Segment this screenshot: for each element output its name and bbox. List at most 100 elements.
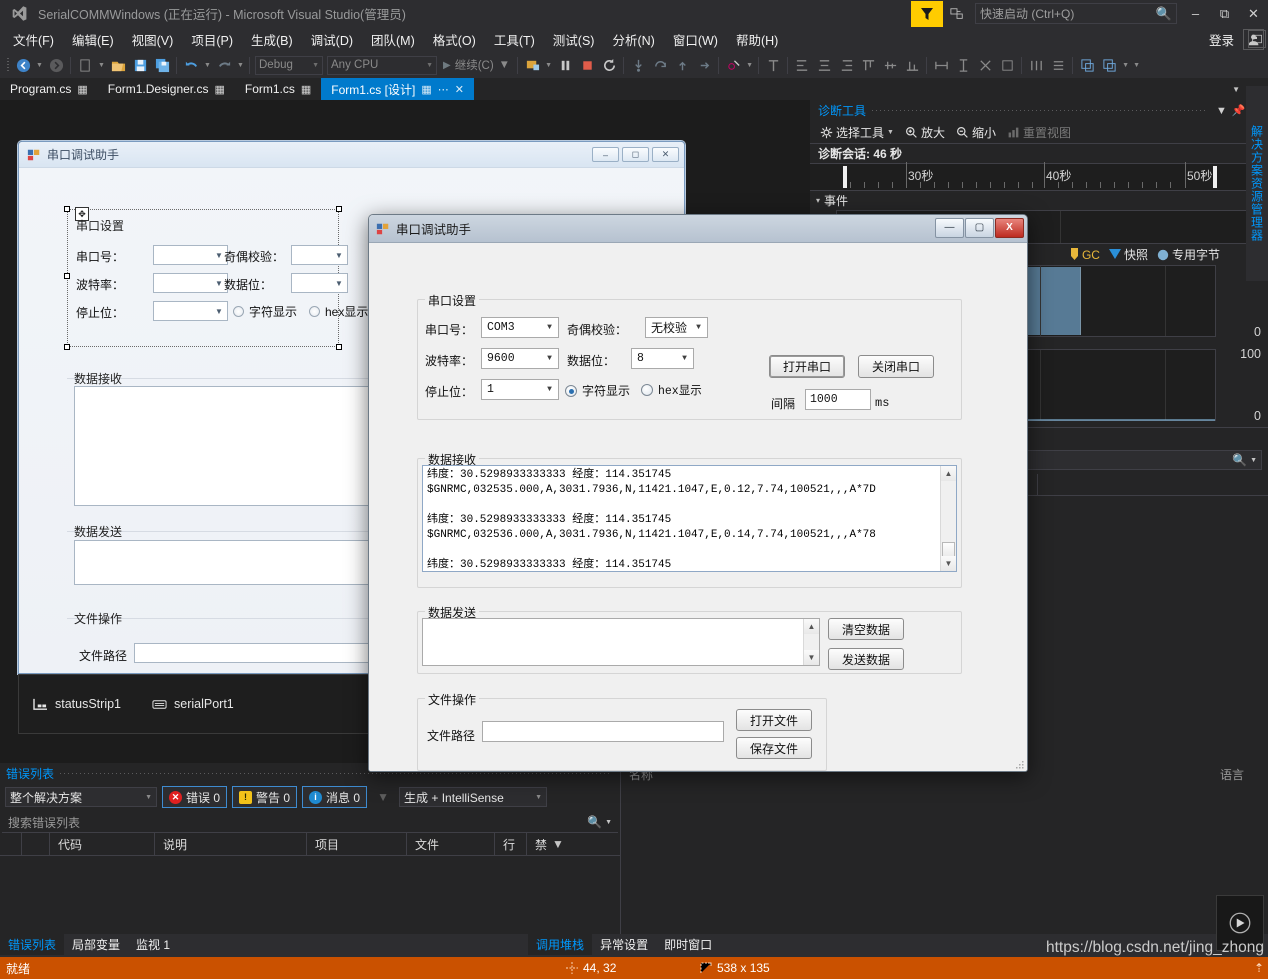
platform-combo[interactable]: Any CPU ▼ bbox=[327, 56, 437, 75]
menu-tools[interactable]: 工具(T) bbox=[485, 27, 544, 52]
layout-caret-icon[interactable]: ▼ bbox=[1120, 54, 1131, 76]
tab-form1-designer-cs[interactable]: Form1.Designer.cs ▦ bbox=[98, 78, 235, 100]
tab-list-caret-icon[interactable]: ▼ bbox=[1226, 85, 1246, 94]
error-col-project[interactable]: 项目 bbox=[307, 833, 407, 856]
tab-form1-cs[interactable]: Form1.cs ▦ bbox=[235, 78, 321, 100]
close-button[interactable]: ✕ bbox=[1239, 0, 1268, 27]
vertical-spacing-icon[interactable] bbox=[1047, 54, 1069, 76]
pin-icon[interactable]: ▦ bbox=[77, 83, 87, 96]
design-combo-parity[interactable]: ▼ bbox=[291, 245, 348, 265]
horizontal-spacing-icon[interactable] bbox=[1025, 54, 1047, 76]
pin-icon-2[interactable]: ▦ bbox=[214, 83, 224, 96]
zoom-in-button[interactable]: 放大 bbox=[901, 123, 949, 142]
lock-controls-icon[interactable] bbox=[996, 54, 1018, 76]
step-next-icon[interactable] bbox=[693, 54, 715, 76]
error-search-input[interactable]: 搜索错误列表 🔍 ▼ bbox=[2, 812, 618, 833]
menu-view[interactable]: 视图(V) bbox=[123, 27, 183, 52]
open-file-icon[interactable] bbox=[107, 54, 129, 76]
design-combo-stopbits[interactable]: ▼ bbox=[153, 301, 228, 321]
minimize-button[interactable]: – bbox=[1181, 0, 1210, 27]
attach-process-icon[interactable] bbox=[521, 54, 543, 76]
restore-button[interactable]: ⧉ bbox=[1210, 0, 1239, 27]
design-radio-hex[interactable]: hex显示 bbox=[309, 303, 368, 320]
reset-view-button[interactable]: 重置视图 bbox=[1003, 123, 1075, 142]
menu-build[interactable]: 生成(B) bbox=[242, 27, 302, 52]
menu-format[interactable]: 格式(O) bbox=[424, 27, 485, 52]
step-over-icon[interactable] bbox=[649, 54, 671, 76]
redo-caret-icon[interactable]: ▼ bbox=[235, 54, 246, 76]
send-scrollbar[interactable]: ▲ ▼ bbox=[803, 619, 819, 665]
timeline-ruler[interactable]: 30秒 40秒 50秒 bbox=[810, 163, 1268, 191]
design-radio-char[interactable]: 字符显示 bbox=[233, 303, 297, 320]
align-left-icon[interactable] bbox=[791, 54, 813, 76]
menu-project[interactable]: 项目(P) bbox=[182, 27, 242, 52]
tab-program-cs[interactable]: Program.cs ▦ bbox=[0, 78, 98, 100]
filter-icon[interactable]: ▼ bbox=[372, 790, 394, 804]
save-all-icon[interactable] bbox=[151, 54, 173, 76]
menu-help[interactable]: 帮助(H) bbox=[727, 27, 787, 52]
menu-team[interactable]: 团队(M) bbox=[362, 27, 424, 52]
filter-funnel-icon[interactable]: ▼ bbox=[552, 837, 564, 851]
align-bottoms-icon[interactable] bbox=[901, 54, 923, 76]
navigate-back-caret-icon[interactable]: ▼ bbox=[34, 54, 45, 76]
radio-char-display[interactable]: 字符显示 bbox=[565, 382, 630, 399]
restart-icon[interactable] bbox=[598, 54, 620, 76]
tab-form1-cs-design[interactable]: Form1.cs [设计] ▦ ⋯ ✕ bbox=[321, 78, 474, 100]
align-tops2-icon[interactable] bbox=[857, 54, 879, 76]
new-project-caret-icon[interactable]: ▼ bbox=[96, 54, 107, 76]
tab-close-icon[interactable]: ✕ bbox=[455, 83, 464, 96]
events-section-header[interactable]: ▾ 事件 bbox=[810, 191, 1268, 210]
bring-to-front-icon[interactable] bbox=[1076, 54, 1098, 76]
quick-launch-input[interactable]: 快速启动 (Ctrl+Q) 🔍 bbox=[975, 3, 1177, 24]
pin-icon-4[interactable]: ▦ bbox=[421, 83, 431, 96]
errors-chip[interactable]: ✕ 错误 0 bbox=[162, 786, 227, 808]
size-to-grid-icon[interactable] bbox=[974, 54, 996, 76]
menu-test[interactable]: 测试(S) bbox=[544, 27, 604, 52]
parity-combo[interactable]: 无校验 ▼ bbox=[645, 317, 708, 338]
selection-handle-bl[interactable] bbox=[64, 344, 70, 350]
diagnostics-pin-icon[interactable]: 📌 bbox=[1230, 102, 1247, 119]
bottom-tab-immediate-window[interactable]: 即时窗口 bbox=[656, 934, 720, 955]
zoom-out-button[interactable]: 缩小 bbox=[952, 123, 1000, 142]
interval-input[interactable]: 1000 bbox=[805, 389, 871, 410]
new-project-icon[interactable] bbox=[74, 54, 96, 76]
stopbits-combo[interactable]: 1 ▼ bbox=[481, 379, 559, 400]
error-search-caret-icon[interactable]: ▼ bbox=[605, 819, 612, 826]
pause-icon[interactable] bbox=[554, 54, 576, 76]
dialog-maximize-button[interactable]: ▢ bbox=[965, 218, 994, 238]
open-file-button[interactable]: 打开文件 bbox=[736, 709, 812, 731]
save-file-button[interactable]: 保存文件 bbox=[736, 737, 812, 759]
error-col-suppress[interactable]: 禁 ▼ bbox=[527, 833, 573, 856]
login-link[interactable]: 登录 bbox=[1209, 30, 1234, 49]
feedback-icon[interactable] bbox=[911, 1, 943, 27]
callstack-col-language[interactable]: 语言 bbox=[1220, 766, 1244, 783]
breakpoints-caret-icon[interactable]: ▼ bbox=[744, 54, 755, 76]
overflow-caret-icon[interactable]: ▼ bbox=[1131, 54, 1142, 76]
bottom-tab-error-list[interactable]: 错误列表 bbox=[0, 934, 64, 955]
undo-icon[interactable] bbox=[180, 54, 202, 76]
solution-explorer-icon[interactable] bbox=[1248, 30, 1266, 48]
navigate-forward-icon[interactable] bbox=[45, 54, 67, 76]
menu-file[interactable]: 文件(F) bbox=[4, 27, 63, 52]
warnings-chip[interactable]: ! 警告 0 bbox=[232, 786, 297, 808]
menu-edit[interactable]: 编辑(E) bbox=[63, 27, 123, 52]
bottom-tab-locals[interactable]: 局部变量 bbox=[64, 934, 128, 955]
toolbar-grip[interactable] bbox=[4, 54, 12, 76]
attach-caret-icon[interactable]: ▼ bbox=[543, 54, 554, 76]
scroll-up-icon[interactable]: ▲ bbox=[941, 466, 956, 481]
bottom-tab-call-stack[interactable]: 调用堆栈 bbox=[528, 934, 592, 955]
serial-debug-assistant-window[interactable]: 串口调试助手 — ▢ X 串口设置 串口号： COM3 ▼ 奇偶校验： 无校验 … bbox=[368, 214, 1028, 772]
undo-caret-icon[interactable]: ▼ bbox=[202, 54, 213, 76]
send-textarea[interactable]: ▲ ▼ bbox=[422, 618, 820, 666]
select-tool-button[interactable]: 选择工具 ▼ bbox=[816, 123, 898, 142]
error-scope-combo[interactable]: 整个解决方案 ▼ bbox=[5, 787, 157, 807]
tray-item-statusstrip[interactable]: statusStrip1 bbox=[33, 697, 121, 711]
design-combo-baud[interactable]: ▼ bbox=[153, 273, 228, 293]
clear-data-button[interactable]: 清空数据 bbox=[828, 618, 904, 640]
align-middles-icon[interactable] bbox=[879, 54, 901, 76]
make-same-width-icon[interactable] bbox=[930, 54, 952, 76]
build-filter-combo[interactable]: 生成 + IntelliSense ▼ bbox=[399, 787, 547, 807]
scroll-down-icon[interactable]: ▼ bbox=[941, 556, 956, 571]
port-combo[interactable]: COM3 ▼ bbox=[481, 317, 559, 338]
solution-explorer-tab[interactable]: 解决方案资源管理器 bbox=[1246, 86, 1268, 281]
